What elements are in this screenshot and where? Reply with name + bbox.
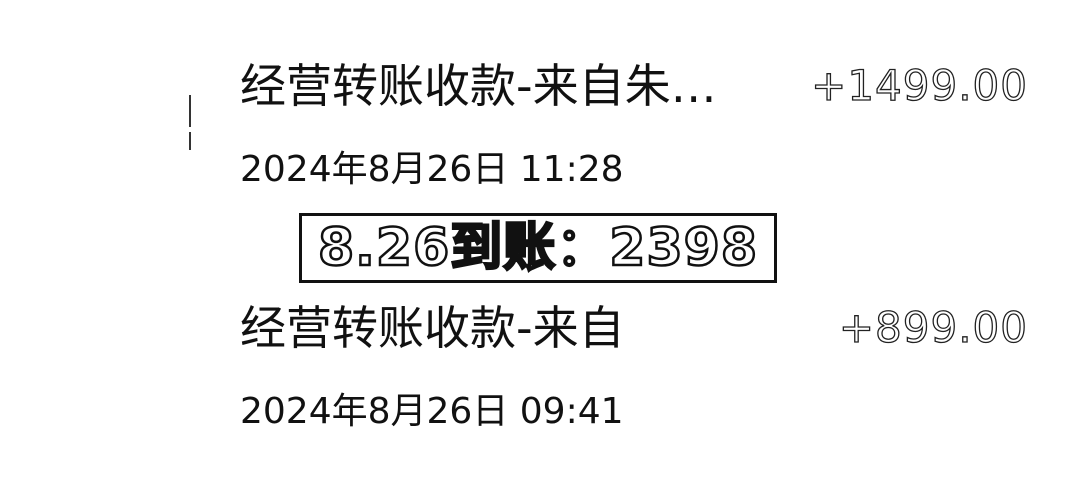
transaction-title: 经营转账收款-来自朱… [240,59,717,113]
summary-annotation-banner: 8.26到账：2398 [299,213,777,283]
transaction-title: 经营转账收款-来自 [240,301,625,355]
edge-mark [189,95,191,127]
transaction-datetime: 2024年8月26日 09:41 [240,391,624,432]
summary-annotation-text: 8.26到账：2398 [317,217,759,280]
transaction-datetime: 2024年8月26日 11:28 [240,149,624,190]
edge-mark [189,132,191,150]
transaction-amount: +899.00 [838,302,1028,352]
redaction-block [668,298,788,358]
transaction-amount: +1499.00 [810,60,1028,110]
